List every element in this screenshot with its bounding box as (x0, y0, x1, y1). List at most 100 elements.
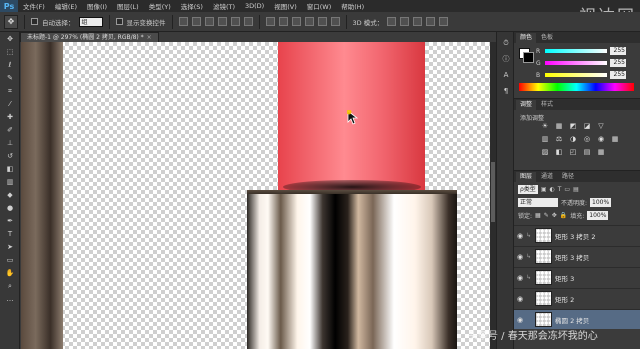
tab-color[interactable]: 颜色 (516, 33, 537, 43)
g-slider[interactable] (545, 61, 607, 65)
tab-adjustments[interactable]: 调整 (516, 100, 537, 110)
tab-layers[interactable]: 图层 (516, 172, 537, 182)
g-value-field[interactable]: 255 (610, 59, 626, 67)
align-hcenter-icon[interactable] (230, 17, 240, 26)
align-left-icon[interactable] (217, 17, 227, 26)
shape-tool-icon[interactable]: ▭ (3, 255, 17, 266)
menu-select[interactable]: 选择(S) (176, 1, 208, 11)
distribute-vcenter-icon[interactable] (278, 17, 288, 26)
layer-name[interactable]: 矩形 3 拷贝 2 (555, 231, 595, 241)
paragraph-panel-icon[interactable]: ¶ (500, 86, 512, 96)
type-tool-icon[interactable]: T (3, 229, 17, 240)
zoom-tool-icon[interactable]: ⌕ (3, 281, 17, 292)
layer-filter-select[interactable]: ρ类型 (518, 184, 538, 194)
scale-3d-icon[interactable] (439, 17, 449, 26)
lock-pixels-icon[interactable]: ▦ (535, 212, 541, 219)
marquee-tool-icon[interactable]: ⬚ (3, 47, 17, 58)
more-tools-icon[interactable]: … (3, 294, 17, 305)
layer-name[interactable]: 矩形 3 (555, 273, 574, 283)
visibility-eye-icon[interactable]: ◉ (514, 253, 526, 261)
blur-tool-icon[interactable]: ◆ (3, 190, 17, 201)
align-right-icon[interactable] (243, 17, 253, 26)
align-vcenter-icon[interactable] (191, 17, 201, 26)
slide-3d-icon[interactable] (426, 17, 436, 26)
tab-channels[interactable]: 通道 (537, 172, 557, 182)
posterize-icon[interactable]: ◧ (554, 148, 564, 157)
color-spectrum[interactable] (519, 83, 634, 91)
filter-shape-icon[interactable]: ▭ (564, 186, 570, 193)
crop-tool-icon[interactable]: ⌗ (3, 86, 17, 97)
vibrance-icon[interactable]: ▽ (596, 122, 606, 131)
blend-mode-select[interactable]: 正常 (518, 197, 558, 207)
move-tool-icon[interactable]: ✥ (3, 34, 17, 45)
show-transform-checkbox[interactable] (115, 18, 123, 25)
history-brush-tool-icon[interactable]: ↺ (3, 151, 17, 162)
layer-row[interactable]: ◉ ↳ 矩形 3 (514, 267, 640, 287)
clone-stamp-tool-icon[interactable]: ⊥ (3, 138, 17, 149)
distribute-top-icon[interactable] (265, 17, 275, 26)
layer-row[interactable]: ◉ ↳ 矩形 3 拷贝 (514, 246, 640, 266)
align-top-icon[interactable] (178, 17, 188, 26)
quick-select-tool-icon[interactable]: ✎ (3, 73, 17, 84)
hand-tool-icon[interactable]: ✋ (3, 268, 17, 279)
menu-view[interactable]: 视图(V) (269, 1, 302, 11)
lock-all-icon[interactable]: 🔒 (560, 212, 567, 219)
layer-row[interactable]: ◉ ↳ 矩形 3 拷贝 2 (514, 225, 640, 245)
character-panel-icon[interactable]: A (500, 70, 512, 80)
menu-layer[interactable]: 图层(L) (112, 1, 144, 11)
eyedropper-tool-icon[interactable]: ⁄ (3, 99, 17, 110)
color-lookup-icon[interactable]: ▦ (610, 135, 620, 144)
layer-name[interactable]: 椭圆 2 拷贝 (555, 315, 589, 325)
dodge-tool-icon[interactable]: ● (3, 203, 17, 214)
curves-icon[interactable]: ◩ (568, 122, 578, 131)
menu-image[interactable]: 图像(I) (82, 1, 112, 11)
properties-panel-icon[interactable]: ⓘ (500, 54, 512, 64)
lasso-tool-icon[interactable]: ℓ (3, 60, 17, 71)
b-value-field[interactable]: 255 (610, 71, 626, 79)
layer-row-selected[interactable]: ◉ 椭圆 2 拷贝 (514, 309, 640, 329)
align-bottom-icon[interactable] (204, 17, 214, 26)
layer-name[interactable]: 矩形 3 拷贝 (555, 252, 589, 262)
exposure-icon[interactable]: ◪ (582, 122, 592, 131)
gradient-map-icon[interactable]: ▦ (596, 148, 606, 157)
selective-color-icon[interactable]: ▤ (582, 148, 592, 157)
levels-icon[interactable]: ▦ (554, 122, 564, 131)
drag-3d-icon[interactable] (413, 17, 423, 26)
lock-position-icon[interactable]: ✥ (552, 212, 557, 219)
visibility-eye-icon[interactable]: ◉ (514, 295, 526, 303)
pen-tool-icon[interactable]: ✒ (3, 216, 17, 227)
menu-file[interactable]: 文件(F) (18, 1, 50, 11)
move-tool-preset-icon[interactable]: ✥ (4, 14, 18, 29)
filter-smart-icon[interactable]: ▤ (573, 186, 579, 193)
tab-paths[interactable]: 路径 (558, 172, 578, 182)
menu-window[interactable]: 窗口(W) (302, 1, 337, 11)
healing-brush-tool-icon[interactable]: ✚ (3, 112, 17, 123)
fill-field[interactable]: 100% (587, 210, 609, 220)
menu-edit[interactable]: 编辑(E) (50, 1, 82, 11)
visibility-eye-icon[interactable]: ◉ (514, 274, 526, 282)
photo-filter-icon[interactable]: ◎ (582, 135, 592, 144)
auto-select-dropdown[interactable]: 组 (78, 16, 103, 27)
menu-type[interactable]: 类型(Y) (144, 1, 176, 11)
hue-saturation-icon[interactable]: ▥ (540, 135, 550, 144)
menu-help[interactable]: 帮助(H) (336, 1, 369, 11)
brush-tool-icon[interactable]: ✐ (3, 125, 17, 136)
brightness-icon[interactable]: ☀ (540, 122, 550, 131)
invert-icon[interactable]: ▨ (540, 148, 550, 157)
filter-adjust-icon[interactable]: ◐ (549, 186, 554, 193)
document-tab[interactable]: 未标题-1 @ 297% (椭圆 2 拷贝, RGB/8) * × (20, 32, 159, 42)
eraser-tool-icon[interactable]: ◧ (3, 164, 17, 175)
lock-paint-icon[interactable]: ✎ (544, 212, 549, 219)
r-value-field[interactable]: 255 (610, 47, 626, 55)
filter-type-icon[interactable]: T (558, 186, 562, 193)
panel-background-swatch[interactable] (523, 52, 534, 63)
auto-select-checkbox[interactable] (31, 18, 38, 25)
rotate-3d-icon[interactable] (387, 17, 397, 26)
b-slider[interactable] (545, 73, 607, 77)
scrollbar-thumb[interactable] (491, 162, 495, 222)
tab-styles[interactable]: 样式 (537, 100, 557, 110)
distribute-hcenter-icon[interactable] (317, 17, 327, 26)
channel-mixer-icon[interactable]: ◉ (596, 135, 606, 144)
black-white-icon[interactable]: ◑ (568, 135, 578, 144)
visibility-eye-icon[interactable]: ◉ (514, 316, 526, 324)
